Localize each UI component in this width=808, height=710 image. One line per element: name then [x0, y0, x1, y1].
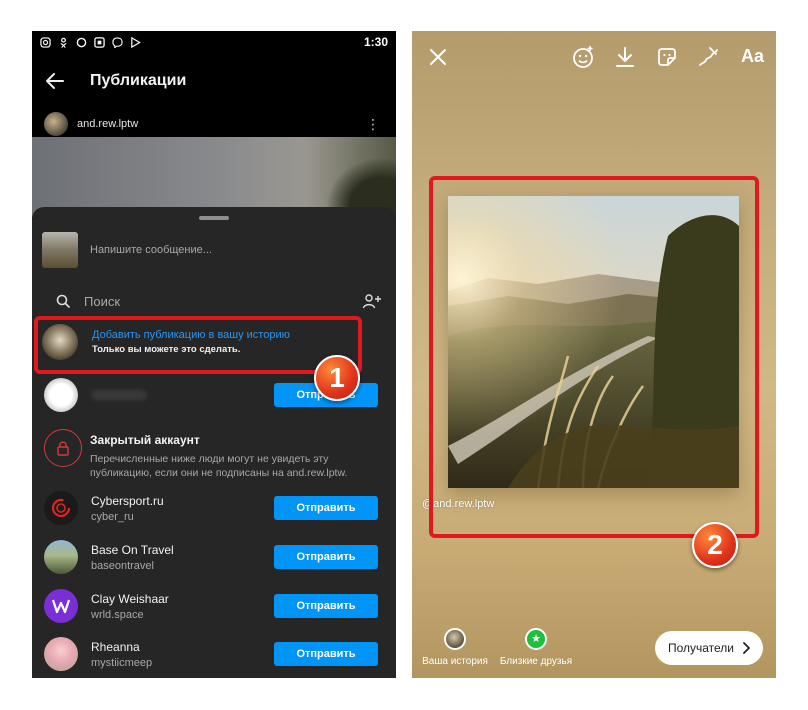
send-button[interactable]: Отправить: [274, 594, 378, 618]
avatar: [444, 628, 466, 650]
add-people-icon[interactable]: [362, 293, 382, 309]
search-input[interactable]: Поиск: [84, 294, 120, 309]
cybersport-logo: [44, 491, 78, 525]
post-author-row: and.rew.lptw ⋮: [32, 109, 396, 139]
list-item: Cybersport.ru cyber_ru Отправить: [44, 486, 384, 530]
send-button[interactable]: Отправить: [274, 642, 378, 666]
recipients-button[interactable]: Получатели: [655, 631, 763, 665]
contact-name: Base On Travel: [91, 542, 174, 557]
contact-username: baseontravel: [91, 559, 154, 572]
wrld-space-logo: [44, 589, 78, 623]
author-username[interactable]: and.rew.lptw: [77, 118, 138, 130]
status-bar: 1:30: [32, 31, 396, 53]
chevron-right-icon: [743, 642, 750, 654]
sheet-drag-handle[interactable]: [199, 216, 229, 220]
list-item: Clay Weishaar wrld.space Отправить: [44, 584, 384, 628]
sticker-icon[interactable]: [655, 45, 679, 69]
app-header: Публикации: [32, 53, 396, 109]
private-account-notice: Закрытый аккаунт Перечисленные ниже люди…: [42, 429, 386, 489]
contact-name: Rheanna: [91, 639, 140, 654]
your-story-button[interactable]: Ваша история: [420, 628, 490, 667]
step-badge-1: 1: [314, 355, 360, 401]
text-tool-button[interactable]: Aa: [741, 46, 764, 67]
odnoklassniki-icon: [60, 37, 67, 48]
instagram-icon: [40, 36, 51, 48]
contact-name: Clay Weishaar: [91, 591, 169, 606]
blurred-contact-name: [91, 390, 147, 400]
search-row[interactable]: Поиск: [56, 289, 382, 313]
back-arrow-icon[interactable]: [44, 70, 66, 92]
message-input[interactable]: Напишите сообщение...: [90, 244, 212, 256]
post-photo: [32, 137, 396, 217]
lock-icon: [44, 429, 82, 467]
download-icon[interactable]: [613, 45, 637, 69]
send-button[interactable]: Отправить: [274, 496, 378, 520]
highlight-box-step-2: [429, 176, 759, 538]
list-item: Rheanna mystiicmeep Отправить: [44, 632, 384, 676]
contact-username: mystiicmeep: [91, 656, 153, 669]
message-row: Напишите сообщение...: [42, 232, 386, 268]
highlight-box-step-1: [34, 316, 362, 374]
story-toolbar: Aa: [412, 39, 776, 73]
search-icon: [56, 294, 70, 308]
author-avatar[interactable]: [44, 112, 68, 136]
recipients-label: Получатели: [667, 641, 735, 655]
notification-icons: [40, 36, 141, 48]
send-button[interactable]: Отправить: [274, 545, 378, 569]
play-store-icon: [131, 36, 141, 48]
chat-icon: [76, 37, 87, 47]
status-time: 1:30: [363, 35, 388, 49]
viber-icon: [112, 36, 123, 48]
contact-username: cyber_ru: [91, 510, 134, 523]
your-story-label: Ваша история: [422, 656, 488, 667]
share-sheet: Напишите сообщение... Поиск Добавить пуб…: [32, 207, 396, 678]
private-account-description: Перечисленные ниже люди могут не увидеть…: [90, 453, 348, 479]
contact-avatar: [44, 540, 78, 574]
contact-username: wrld.space: [91, 608, 144, 621]
star-icon: ★: [525, 628, 547, 650]
draw-icon[interactable]: [696, 45, 720, 69]
step-badge-2: 2: [692, 522, 738, 568]
private-account-title: Закрытый аккаунт: [90, 433, 200, 447]
close-icon[interactable]: [426, 45, 450, 69]
close-friends-label: Близкие друзья: [499, 656, 573, 667]
contact-avatar: [44, 378, 78, 412]
post-thumbnail: [42, 232, 78, 268]
contact-name: Cybersport.ru: [91, 493, 164, 508]
share-targets-bar: Ваша история ★ Близкие друзья Получатели: [412, 628, 776, 672]
effects-icon[interactable]: [571, 45, 595, 69]
contact-avatar: [44, 637, 78, 671]
qr-icon: [94, 36, 105, 48]
page-title: Публикации: [90, 72, 187, 89]
list-item: Base On Travel baseontravel Отправить: [44, 535, 384, 579]
more-options-icon[interactable]: ⋮: [366, 117, 380, 131]
close-friends-button[interactable]: ★ Близкие друзья: [498, 628, 574, 667]
